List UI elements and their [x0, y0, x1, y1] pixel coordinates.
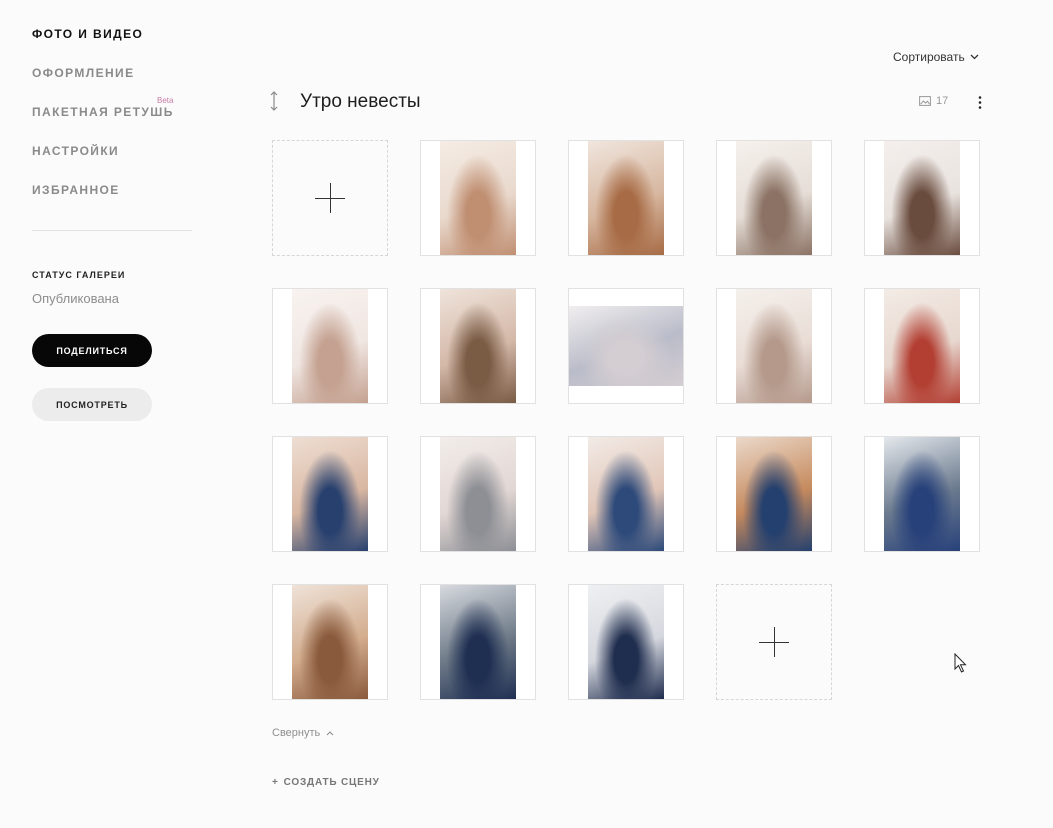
photo-tile[interactable] — [568, 288, 684, 404]
photo-thumbnail — [440, 289, 516, 403]
nav-design[interactable]: ОФОРМЛЕНИЕ — [32, 66, 134, 80]
plus-icon — [315, 183, 345, 213]
drag-handle-icon[interactable] — [268, 90, 280, 112]
share-button[interactable]: ПОДЕЛИТЬСЯ — [32, 334, 152, 367]
gallery-status-title: СТАТУС ГАЛЕРЕИ — [32, 270, 126, 280]
sort-dropdown[interactable]: Сортировать — [893, 50, 979, 64]
photo-tile[interactable] — [864, 436, 980, 552]
photo-tile[interactable] — [420, 288, 536, 404]
create-scene-button[interactable]: + СОЗДАТЬ СЦЕНУ — [272, 777, 380, 788]
photo-thumbnail — [440, 585, 516, 699]
photo-tile[interactable] — [716, 140, 832, 256]
sort-label: Сортировать — [893, 50, 965, 64]
photo-thumbnail — [292, 289, 368, 403]
photo-thumbnail — [588, 437, 664, 551]
mouse-cursor-icon — [954, 653, 967, 673]
photo-count-value: 17 — [936, 95, 949, 107]
chevron-down-icon — [970, 54, 979, 60]
nav-favorites[interactable]: ИЗБРАННОЕ — [32, 183, 120, 197]
photo-thumbnail — [440, 141, 516, 255]
nav-batch-retouch[interactable]: ПАКЕТНАЯ РЕТУШЬ — [32, 105, 174, 119]
photo-thumbnail — [736, 437, 812, 551]
beta-badge: Beta — [157, 96, 174, 105]
collapse-link[interactable]: Свернуть — [272, 727, 334, 739]
photo-thumbnail — [736, 141, 812, 255]
add-photo-tile[interactable] — [716, 584, 832, 700]
photo-tile[interactable] — [420, 436, 536, 552]
photo-tile[interactable] — [716, 436, 832, 552]
photo-tile[interactable] — [716, 288, 832, 404]
nav-settings[interactable]: НАСТРОЙКИ — [32, 144, 119, 158]
add-photo-tile[interactable] — [272, 140, 388, 256]
photo-thumbnail — [588, 141, 664, 255]
photo-tile[interactable] — [420, 584, 536, 700]
photo-thumbnail — [292, 437, 368, 551]
photo-tile[interactable] — [272, 584, 388, 700]
view-button[interactable]: ПОСМОТРЕТЬ — [32, 388, 152, 421]
create-scene-label: СОЗДАТЬ СЦЕНУ — [283, 777, 380, 788]
gallery-status-value: Опубликована — [32, 291, 119, 306]
photo-thumbnail — [884, 437, 960, 551]
photo-tile[interactable] — [272, 288, 388, 404]
image-icon — [919, 96, 931, 106]
photo-thumbnail — [884, 289, 960, 403]
photo-tile[interactable] — [864, 140, 980, 256]
scene-title[interactable]: Утро невесты — [300, 91, 421, 113]
nav-photo-video[interactable]: ФОТО И ВИДЕО — [32, 27, 143, 41]
chevron-up-icon — [326, 730, 334, 735]
photo-tile[interactable] — [864, 288, 980, 404]
plus-icon: + — [272, 777, 279, 788]
photo-thumbnail — [292, 585, 368, 699]
photo-tile[interactable] — [420, 140, 536, 256]
photo-tile[interactable] — [568, 436, 684, 552]
more-vertical-icon[interactable] — [978, 96, 982, 109]
sidebar-divider — [32, 230, 192, 231]
photo-tile[interactable] — [568, 140, 684, 256]
photo-thumbnail — [736, 289, 812, 403]
photo-thumbnail — [569, 306, 683, 386]
photo-tile[interactable] — [568, 584, 684, 700]
photo-thumbnail — [884, 141, 960, 255]
photo-tile[interactable] — [272, 436, 388, 552]
plus-icon — [759, 627, 789, 657]
photo-count: 17 — [919, 95, 948, 107]
photo-thumbnail — [588, 585, 664, 699]
photo-thumbnail — [440, 437, 516, 551]
collapse-label: Свернуть — [272, 727, 321, 739]
